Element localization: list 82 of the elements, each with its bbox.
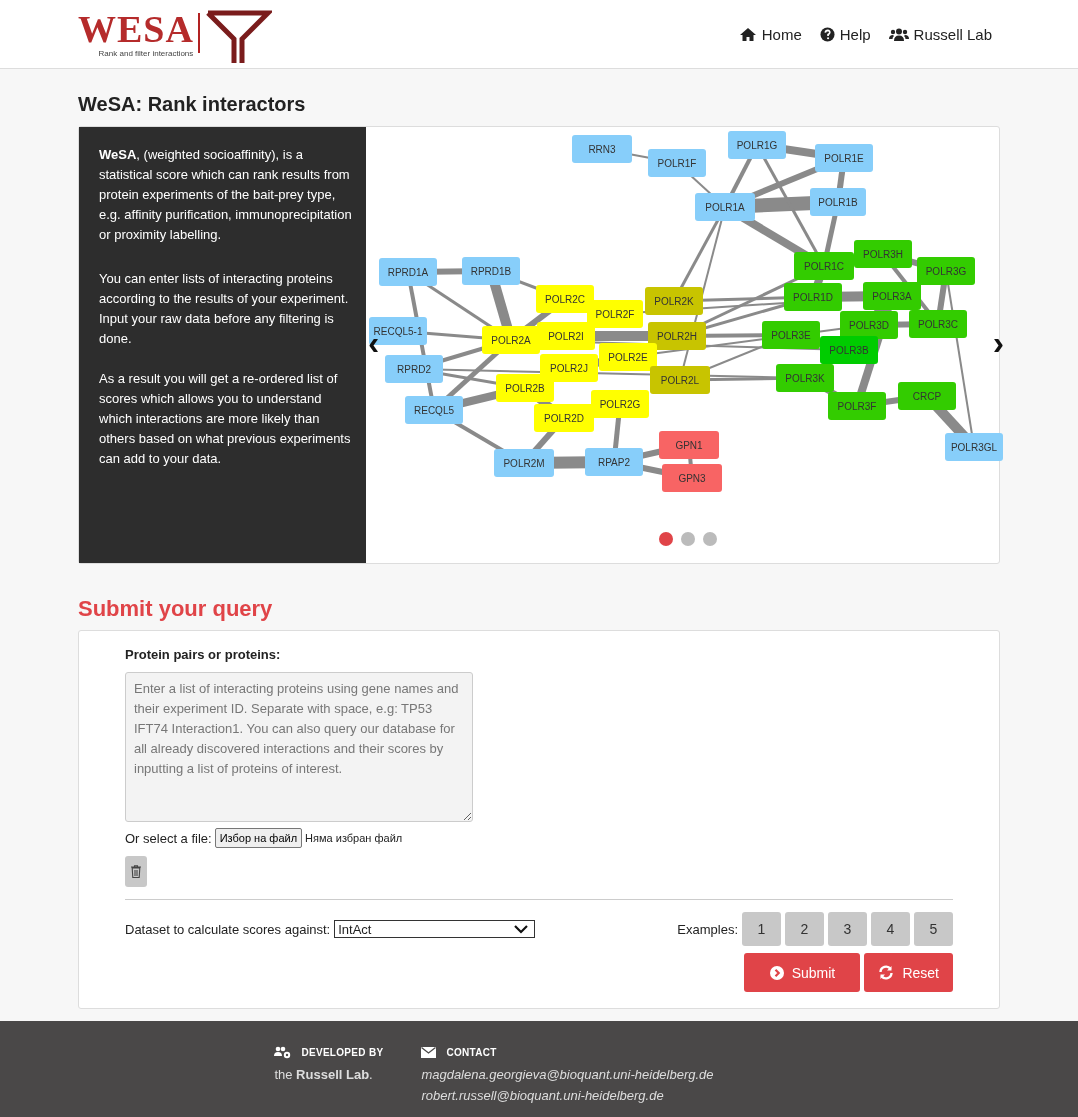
network-node: RECQL5 (405, 396, 463, 424)
carousel-next-button[interactable]: › (992, 327, 1004, 357)
network-node: POLR2C (536, 285, 594, 313)
logo-tagline: Rank and filter interactions (98, 49, 194, 58)
network-node: CRCP (898, 382, 956, 410)
dataset-label: Dataset to calculate scores against: (125, 921, 331, 937)
intro-paragraph: You can enter lists of interacting proteins according to the results of your experiment. Input your raw data before any filtering is done. (99, 270, 350, 348)
network-node: POLR3F (828, 392, 886, 420)
network-node: POLR2A (482, 326, 540, 354)
network-node: POLR3E (762, 321, 820, 349)
network-node: POLR1D (784, 283, 842, 311)
users-icon (888, 26, 909, 42)
page-title: WeSA: Rank interactors (78, 93, 307, 116)
proteins-input-field[interactable]: Enter a list of interacting proteins using gene names and their experiment ID. Separate with space, e.g: TP53 IFT74 Interaction1. You can also query our database for all already discovered interactions and their scores by inputting a list of proteins of interest. (125, 672, 473, 822)
network-node: POLR1G (728, 131, 786, 159)
trash-icon (131, 865, 141, 878)
network-node: RPRD1A (379, 258, 437, 286)
network-node: POLR1B (810, 188, 866, 216)
example-button[interactable]: 1 (742, 912, 781, 946)
field-label: Protein pairs or proteins: (125, 647, 281, 662)
section-title: Submit your query (78, 596, 274, 622)
reset-button[interactable]: Reset (864, 953, 953, 992)
logo-wordmark: WESA (78, 9, 194, 49)
refresh-icon (878, 965, 895, 980)
chevron-circle-icon (769, 965, 784, 980)
home-icon (738, 26, 757, 42)
footer-heading: DEVELOPED BY (301, 1046, 384, 1058)
network-node: POLR1C (794, 252, 854, 280)
example-button[interactable]: 2 (785, 912, 824, 946)
envelope-icon (421, 1046, 437, 1058)
network-node: POLR1A (695, 193, 755, 221)
submit-button[interactable]: Submit (744, 953, 861, 992)
network-node: POLR2E (599, 343, 657, 371)
developer-credit: the Russell Lab. (274, 1067, 374, 1082)
network-node: POLR3D (840, 311, 898, 339)
network-node: POLR3GL (945, 433, 1003, 461)
choose-file-button[interactable]: Избор на файл (214, 828, 303, 848)
carousel-indicator[interactable] (659, 532, 673, 546)
file-status: Няма избран файл (305, 832, 403, 844)
intro-paragraph: WeSA, (weighted socioaffinity), is a statistical score which can rank results from protein experiments of the bait-prey type, e.g. affinity purification, immunoprecipitation or proximity labelling. (99, 146, 353, 244)
network-node: POLR2B (496, 374, 554, 402)
network-node: POLR2H (648, 322, 706, 350)
example-button[interactable]: 4 (871, 912, 910, 946)
network-node: GPN3 (662, 464, 722, 492)
help-icon (819, 26, 835, 42)
network-node: GPN1 (659, 431, 719, 459)
network-node: RRN3 (572, 135, 632, 163)
network-node: POLR3K (776, 364, 834, 392)
network-node: POLR2D (534, 404, 594, 432)
network-node: POLR2I (537, 322, 595, 350)
users-cog-icon (274, 1045, 292, 1059)
network-node: POLR3G (917, 257, 975, 285)
network-node: POLR3H (854, 240, 912, 268)
network-node: POLR2M (494, 449, 554, 477)
nav-link[interactable]: Help (819, 25, 871, 43)
footer-heading: CONTACT (446, 1046, 497, 1058)
intro-paragraph: As a result you will get a re-ordered list of scores which allows you to understand which interactions are more likely than others based on what previous experiments can add to your data. (99, 370, 352, 468)
funnel-logo-icon (195, 9, 272, 65)
email-link[interactable]: magdalena.georgieva@bioquant.uni-heidelberg.de (421, 1067, 714, 1082)
dataset-select[interactable]: IntAct (334, 920, 536, 938)
network-node: POLR1E (815, 144, 873, 172)
caret-icon (514, 924, 529, 934)
network-node: POLR2F (587, 300, 643, 328)
example-button[interactable]: 3 (828, 912, 867, 946)
examples-label: Examples: (677, 921, 738, 937)
clear-button[interactable] (125, 856, 147, 887)
network-node: POLR2G (591, 390, 649, 418)
network-node: POLR2K (645, 287, 703, 315)
nav-link[interactable]: Russell Lab (888, 25, 992, 43)
network-node: POLR3B (820, 336, 878, 364)
example-button[interactable]: 5 (914, 912, 953, 946)
network-node: RPRD2 (385, 355, 443, 383)
network-node: POLR2J (540, 354, 598, 382)
network-node: RPRD1B (462, 257, 520, 285)
network-node: POLR3C (909, 310, 967, 338)
network-node: RPAP2 (585, 448, 643, 476)
email-link[interactable]: robert.russell@bioquant.uni-heidelberg.de (421, 1088, 714, 1103)
network-node: POLR3A (863, 282, 921, 310)
network-node: POLR2L (650, 366, 710, 394)
nav-link[interactable]: Home (738, 25, 802, 43)
file-label: Or select a file: (125, 830, 212, 846)
network-node: POLR1F (648, 149, 706, 177)
